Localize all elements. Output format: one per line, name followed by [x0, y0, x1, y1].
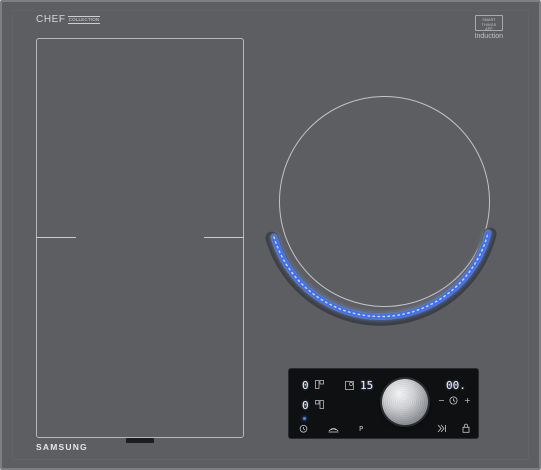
clock-icon[interactable]: [449, 396, 458, 405]
zone1-power-display: 0: [302, 379, 309, 392]
cooktop-glass: CHEF COLLECTION SMART THINGS APP Inducti…: [0, 0, 541, 470]
boost-icon[interactable]: [437, 424, 447, 433]
flame-glow: [270, 229, 492, 321]
knob-brushed-texture: [382, 379, 428, 425]
flame-core: [271, 230, 491, 319]
flex-zone-lower-icon[interactable]: [315, 400, 324, 409]
control-knob[interactable]: [382, 379, 428, 425]
timer-icon[interactable]: [299, 424, 308, 433]
round-zone-icon[interactable]: [345, 381, 354, 390]
timer-display: 00.: [446, 379, 466, 392]
flex-zone-icon[interactable]: [315, 380, 324, 389]
plus-button[interactable]: +: [464, 397, 471, 405]
zone-active-indicator: [303, 417, 306, 420]
samsung-logo: SAMSUNG: [36, 442, 88, 452]
lock-icon[interactable]: [462, 423, 470, 433]
front-edge-notch: [126, 438, 154, 443]
round-zone-display: 15: [360, 379, 374, 392]
flame-highlights: [273, 232, 489, 318]
zone2-power-display: 0: [302, 399, 309, 412]
flame-channel: [265, 227, 497, 326]
minus-button[interactable]: −: [438, 397, 445, 405]
pause-icon[interactable]: P: [359, 425, 363, 433]
warm-icon[interactable]: [328, 425, 339, 433]
